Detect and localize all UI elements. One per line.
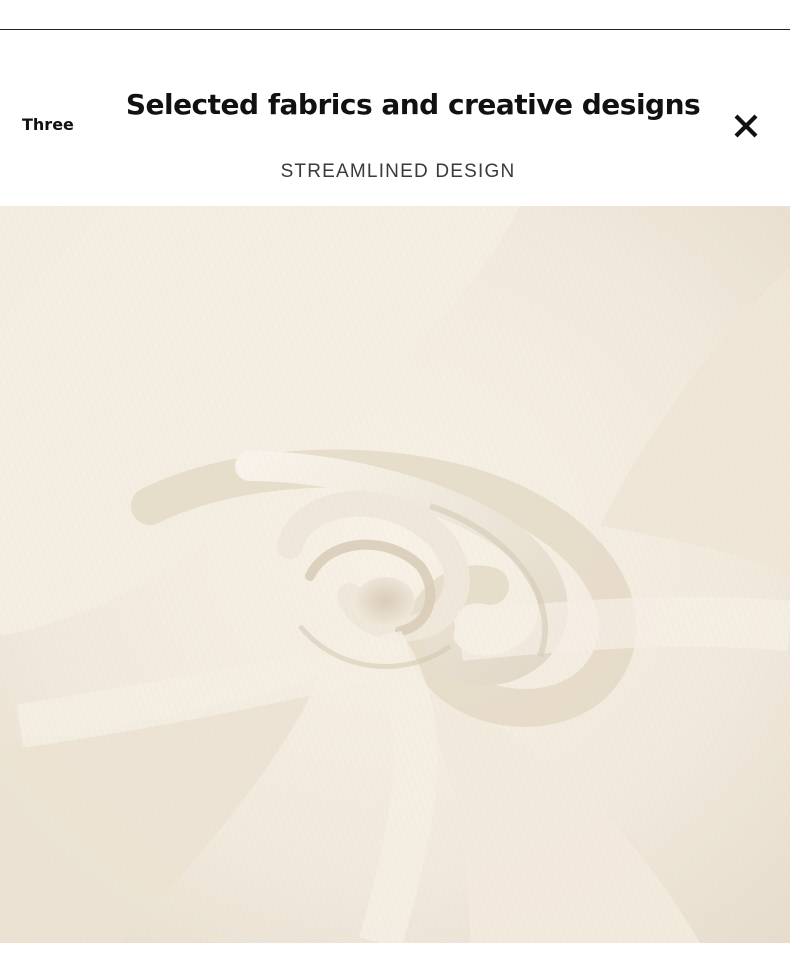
top-divider — [0, 29, 790, 30]
close-button[interactable] — [730, 110, 762, 142]
fabric-swirl-image — [0, 206, 790, 943]
close-icon — [734, 114, 758, 138]
page-title: Selected fabrics and creative designs — [125, 88, 701, 121]
page-subtitle: STREAMLINED DESIGN — [280, 161, 516, 182]
product-detail-page: Three Selected fabrics and creative desi… — [0, 0, 790, 964]
